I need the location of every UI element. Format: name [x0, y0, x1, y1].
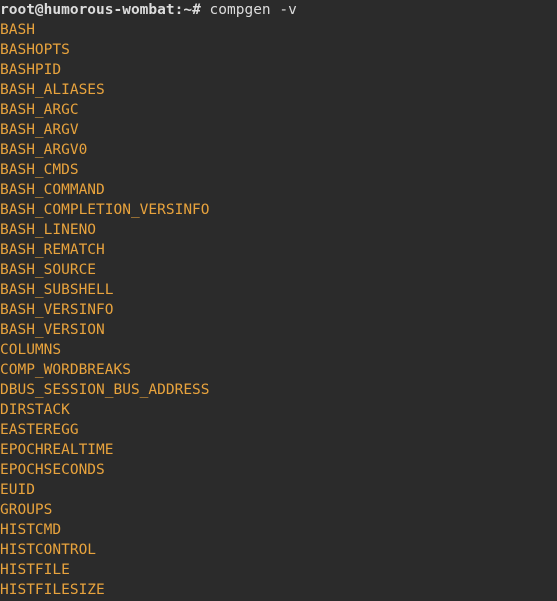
- output-line: DIRSTACK: [0, 400, 557, 420]
- output-line: BASH_VERSINFO: [0, 300, 557, 320]
- output-line: EPOCHSECONDS: [0, 460, 557, 480]
- prompt-user-host: root@humorous-wombat: [0, 2, 175, 18]
- prompt-path: ~: [183, 2, 192, 18]
- prompt-symbol: #: [192, 2, 201, 18]
- output-line: COMP_WORDBREAKS: [0, 360, 557, 380]
- output-line: BASH_SUBSHELL: [0, 280, 557, 300]
- output-line: BASH_COMPLETION_VERSINFO: [0, 200, 557, 220]
- output-line: BASH_COMMAND: [0, 180, 557, 200]
- output-line: BASH_SOURCE: [0, 260, 557, 280]
- output-line: BASH: [0, 20, 557, 40]
- output-line: GROUPS: [0, 500, 557, 520]
- output-line: EASTEREGG: [0, 420, 557, 440]
- output-line: HISTCONTROL: [0, 540, 557, 560]
- command-text: [201, 2, 210, 18]
- output-line: BASH_VERSION: [0, 320, 557, 340]
- output-line: BASH_CMDS: [0, 160, 557, 180]
- output-line: EUID: [0, 480, 557, 500]
- output-line: EPOCHREALTIME: [0, 440, 557, 460]
- command: compgen -v: [210, 2, 297, 18]
- output-line: BASH_REMATCH: [0, 240, 557, 260]
- output-line: DBUS_SESSION_BUS_ADDRESS: [0, 380, 557, 400]
- output-line: HISTFILESIZE: [0, 580, 557, 600]
- prompt-line: root@humorous-wombat:~# compgen -v: [0, 0, 557, 20]
- output-line: COLUMNS: [0, 340, 557, 360]
- terminal[interactable]: root@humorous-wombat:~# compgen -v BASHB…: [0, 0, 557, 600]
- output-line: HISTCMD: [0, 520, 557, 540]
- output-line: HISTFILE: [0, 560, 557, 580]
- output-list: BASHBASHOPTSBASHPIDBASH_ALIASESBASH_ARGC…: [0, 20, 557, 600]
- output-line: BASH_ARGV: [0, 120, 557, 140]
- output-line: BASH_ARGV0: [0, 140, 557, 160]
- output-line: BASH_ARGC: [0, 100, 557, 120]
- output-line: BASHOPTS: [0, 40, 557, 60]
- output-line: BASHPID: [0, 60, 557, 80]
- output-line: BASH_LINENO: [0, 220, 557, 240]
- output-line: BASH_ALIASES: [0, 80, 557, 100]
